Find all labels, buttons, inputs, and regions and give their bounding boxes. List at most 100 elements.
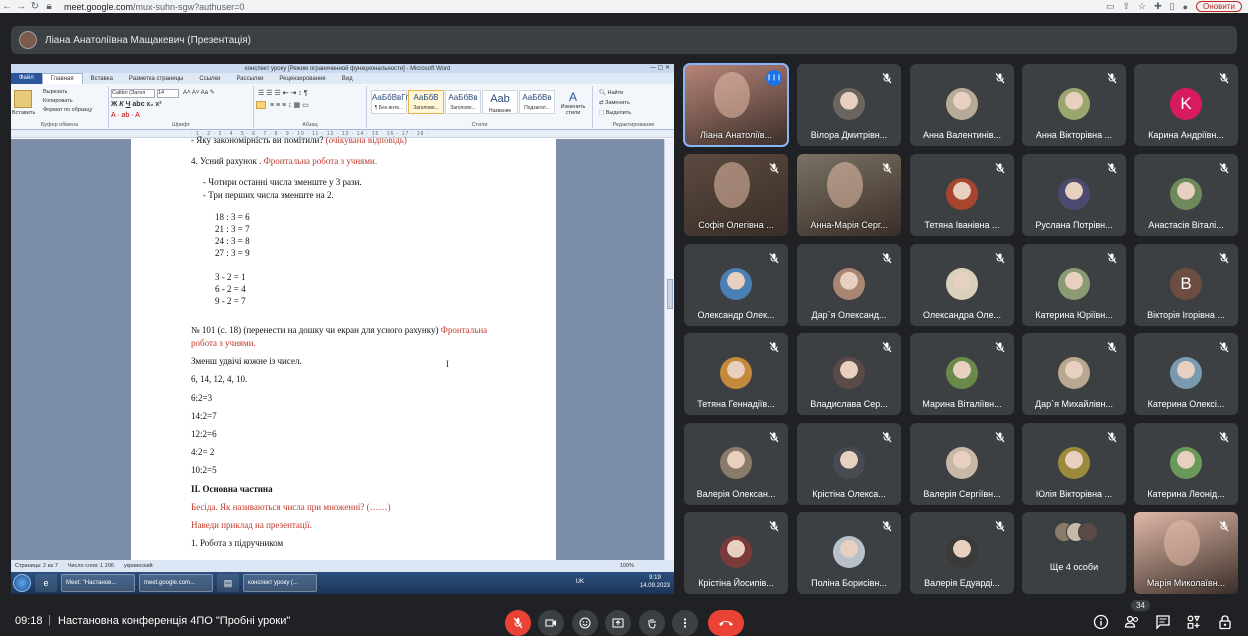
taskbar-item-meet[interactable]: Meet: "Настанов...: [61, 574, 135, 592]
participant-tile[interactable]: Валерія Сергіївн...: [910, 423, 1014, 505]
word-tab[interactable]: Главная: [41, 73, 83, 84]
style-gallery-item[interactable]: Aab Название: [482, 90, 518, 114]
participant-tile[interactable]: Крістіна Олекса...: [797, 423, 901, 505]
participant-tile[interactable]: Катерина Юріївн...: [1022, 244, 1126, 326]
mic-toggle-button[interactable]: [505, 610, 531, 636]
list-buttons[interactable]: ☰ ☰ ☰ ⇤ ⇥ ↕ ¶: [258, 89, 308, 97]
leave-call-button[interactable]: [708, 610, 744, 636]
paste-icon[interactable]: [14, 90, 32, 108]
change-styles-button[interactable]: A Изменить стили: [555, 90, 591, 116]
copy-button[interactable]: Копировать: [43, 98, 73, 104]
select-button[interactable]: ⬚ Выделить: [599, 110, 631, 116]
host-controls-icon[interactable]: [1217, 614, 1233, 630]
address-bar[interactable]: meet.google.com/mux-suhn-sgw?authuser=0: [64, 2, 244, 12]
style-gallery-item[interactable]: АаБбВвГг, ¶ Без инте...: [371, 90, 410, 114]
cut-button[interactable]: Вырезать: [43, 89, 67, 95]
participant-tile[interactable]: Юлія Вікторівна ...: [1022, 423, 1126, 505]
scroll-thumb[interactable]: [667, 279, 673, 309]
style-gallery-item[interactable]: АаБбВв Подзагол...: [519, 90, 555, 114]
format-painter-button[interactable]: Формат по образцу: [43, 107, 92, 113]
participant-tile[interactable]: Олександр Олек...: [684, 244, 788, 326]
word-tab[interactable]: Ссылки: [191, 76, 228, 82]
status-language[interactable]: украинский: [124, 563, 153, 569]
status-page[interactable]: Страница: 2 из 7: [15, 563, 58, 569]
people-icon[interactable]: [1124, 614, 1140, 630]
participant-tile[interactable]: Софія Олегівна ...: [684, 154, 788, 236]
lock-icon[interactable]: 🔒︎: [42, 0, 56, 13]
align-buttons[interactable]: ≡ ≡ ≡ ↕ ▦ ▭: [270, 101, 309, 109]
participant-tile[interactable]: Тетяна Іванівна ...: [910, 154, 1014, 236]
replace-button[interactable]: ⇄ Заменить: [599, 100, 630, 106]
align-left-button[interactable]: [256, 101, 266, 109]
taskbar-item-chrome[interactable]: meet.google.com...: [139, 574, 213, 592]
profile-icon[interactable]: ●: [1183, 2, 1188, 12]
camera-toggle-button[interactable]: [538, 610, 564, 636]
participant-tile[interactable]: Ще 4 особи: [1022, 512, 1126, 594]
info-icon[interactable]: [1093, 614, 1109, 630]
vertical-scrollbar[interactable]: [664, 139, 674, 560]
folder-icon[interactable]: ▤: [217, 574, 239, 592]
back-icon[interactable]: ←: [0, 0, 14, 13]
participant-tile[interactable]: Руслана Потрівн...: [1022, 154, 1126, 236]
participant-tile[interactable]: Анастасія Віталі...: [1134, 154, 1238, 236]
tray-clock[interactable]: 9:19 14.09.2023: [640, 574, 670, 590]
participant-tile[interactable]: Вілора Дмитрівн...: [797, 64, 901, 146]
tray-language[interactable]: UK: [576, 579, 584, 585]
participant-tile[interactable]: Катерина Леонід...: [1134, 423, 1238, 505]
participant-tile[interactable]: K Карина Андріївн...: [1134, 64, 1238, 146]
participant-tile[interactable]: Валерія Олексан...: [684, 423, 788, 505]
participant-tile[interactable]: Марія Миколаївн...: [1134, 512, 1238, 594]
update-button[interactable]: Оновити: [1196, 1, 1242, 12]
font-color-buttons[interactable]: A · ab · A: [111, 112, 140, 119]
font-grow-shrink[interactable]: A˄ A˅ Aa ✎: [183, 89, 215, 96]
participant-video: [714, 162, 750, 208]
participant-tile[interactable]: Марина Віталіївн...: [910, 333, 1014, 415]
word-tab[interactable]: Рассылки: [228, 76, 271, 82]
document-page[interactable]: - Яку закономірність ви помітили? (очіку…: [131, 135, 556, 560]
extensions-icon[interactable]: ✚: [1154, 1, 1162, 12]
participant-tile[interactable]: Анна Вікторівна ...: [1022, 64, 1126, 146]
shared-screen: конспект уроку [Режим ограниченной функц…: [11, 64, 674, 594]
participant-tile[interactable]: Крістіна Йосипів...: [684, 512, 788, 594]
style-gallery-item[interactable]: АаБбВ Заголово...: [408, 90, 444, 114]
word-tab[interactable]: Вставка: [83, 76, 121, 82]
font-name-select[interactable]: Calibri (Загол: [111, 89, 155, 98]
ie-icon[interactable]: e: [35, 574, 57, 592]
word-tab[interactable]: Файл: [11, 73, 42, 84]
reload-icon[interactable]: ↻: [28, 0, 42, 13]
style-gallery-item[interactable]: АаБбВв Заголово...: [445, 90, 481, 114]
word-tab[interactable]: Вид: [334, 76, 361, 82]
forward-icon[interactable]: →: [14, 0, 28, 13]
participant-tile[interactable]: Поліна Борисівн...: [797, 512, 901, 594]
participant-tile[interactable]: B Вікторія Ігорівна ...: [1134, 244, 1238, 326]
participant-tile[interactable]: Тетяна Геннадіїв...: [684, 333, 788, 415]
participant-tile[interactable]: ❙❙❙ Ліана Анатоліїв...: [683, 63, 789, 147]
participant-tile[interactable]: Дар`я Олександ...: [797, 244, 901, 326]
share-icon[interactable]: ⇪: [1122, 1, 1130, 12]
star-icon[interactable]: ☆: [1138, 1, 1146, 12]
taskbar-item-word[interactable]: конспект уроку (...: [243, 574, 317, 592]
activities-icon[interactable]: [1186, 614, 1202, 630]
font-format-buttons[interactable]: Ж К Ч abc x₂ x²: [111, 101, 162, 108]
font-size-select[interactable]: 14: [157, 89, 179, 98]
word-tab[interactable]: Рецензирование: [271, 76, 333, 82]
sidepanel-icon[interactable]: ▯: [1170, 1, 1175, 12]
present-button[interactable]: [605, 610, 631, 636]
participant-tile[interactable]: Катерина Олексі...: [1134, 333, 1238, 415]
camera-icon[interactable]: ▭: [1106, 1, 1115, 12]
start-button[interactable]: [13, 574, 31, 592]
reactions-button[interactable]: [572, 610, 598, 636]
participant-tile[interactable]: Владислава Сер...: [797, 333, 901, 415]
word-tab[interactable]: Разметка страницы: [121, 76, 191, 82]
status-words[interactable]: Число слов: 1 206: [68, 563, 114, 569]
raise-hand-button[interactable]: [639, 610, 665, 636]
more-options-button[interactable]: [672, 610, 698, 636]
participant-tile[interactable]: Анна Валентинів...: [910, 64, 1014, 146]
participant-tile[interactable]: Валерія Едуарді...: [910, 512, 1014, 594]
find-button[interactable]: 🔍︎ Найти: [599, 90, 623, 96]
chat-icon[interactable]: [1155, 614, 1171, 630]
participant-tile[interactable]: Дар`я Михайлівн...: [1022, 333, 1126, 415]
participant-tile[interactable]: Олександра Оле...: [910, 244, 1014, 326]
status-zoom[interactable]: 100%: [620, 563, 634, 569]
participant-tile[interactable]: Анна-Марія Серг...: [797, 154, 901, 236]
